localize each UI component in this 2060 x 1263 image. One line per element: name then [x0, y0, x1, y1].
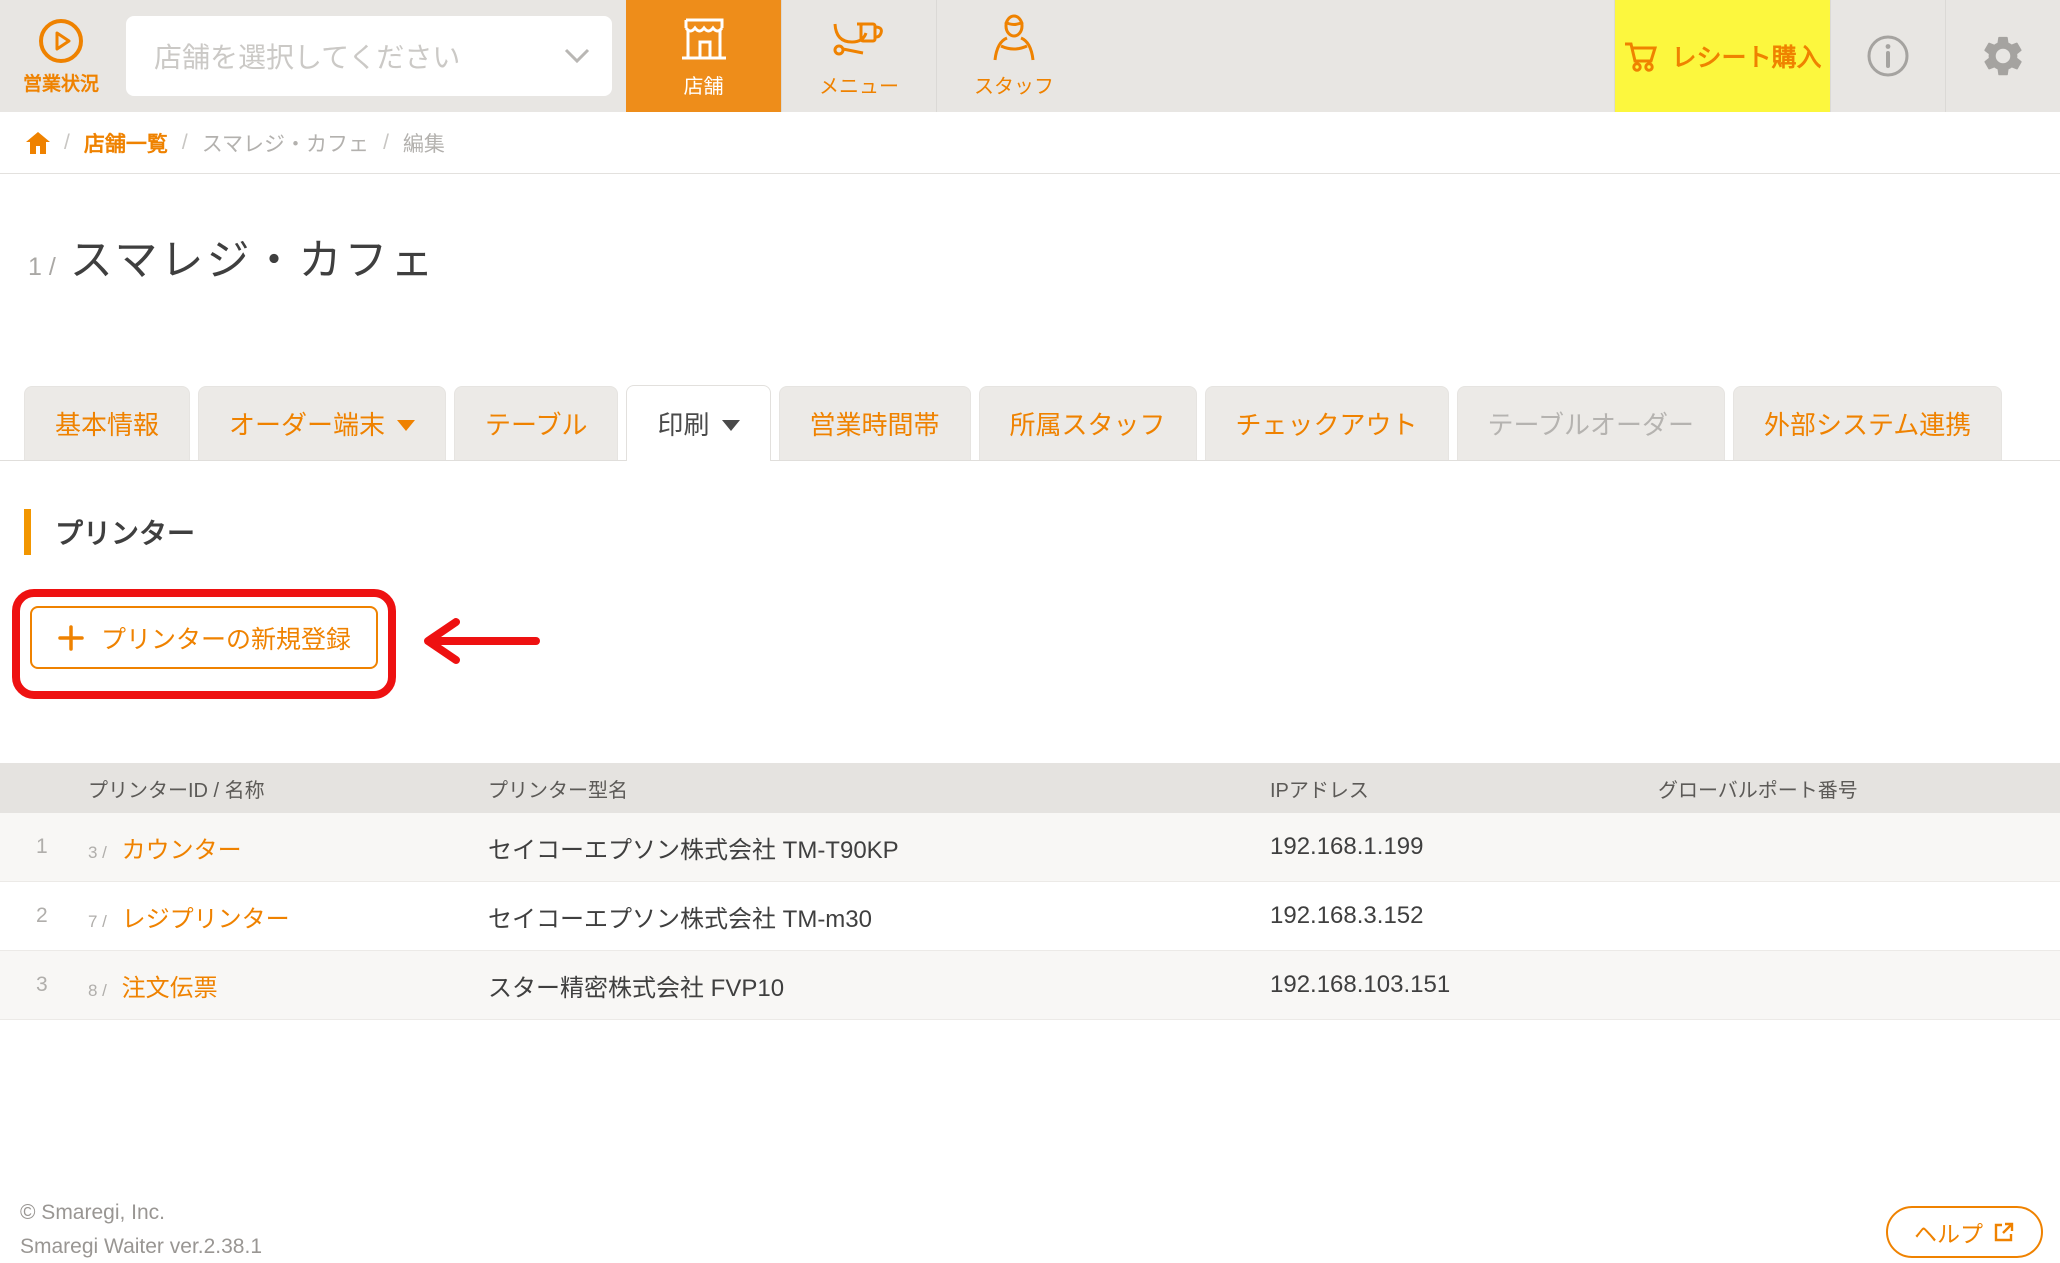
printer-table: プリンターID / 名称 プリンター型名 IPアドレス グローバルポート番号 1… — [0, 763, 2060, 1020]
table-row: 1 3 / カウンター セイコーエプソン株式会社 TM-T90KP 192.16… — [0, 813, 2060, 882]
printer-ip: 192.168.103.151 — [1270, 971, 1658, 999]
copyright-text: © Smaregi, Inc. — [20, 1196, 2060, 1230]
red-arrow-annotation — [418, 617, 542, 665]
business-status-label: 営業状況 — [23, 69, 99, 96]
staff-person-icon — [989, 14, 1039, 64]
plus-icon — [57, 624, 85, 652]
nav-item-staff[interactable]: スタッフ — [936, 0, 1091, 112]
store-tabs: 基本情報 オーダー端末 テーブル 印刷 営業時間帯 所属スタッフ チェックアウト… — [0, 384, 2060, 461]
tab-checkout[interactable]: チェックアウト — [1205, 386, 1449, 460]
store-number-prefix: 1 / — [28, 253, 56, 282]
version-text: Smaregi Waiter ver.2.38.1 — [20, 1230, 2060, 1263]
header-global-port: グローバルポート番号 — [1658, 774, 2060, 803]
top-bar: 営業状況 店舗を選択してください 店舗 — [0, 0, 2060, 112]
printer-name-link[interactable]: 注文伝票 — [122, 975, 218, 1002]
info-button[interactable] — [1830, 0, 1945, 112]
receipt-purchase-button[interactable]: レシート購入 — [1614, 0, 1830, 112]
page-title-row: 1 / スマレジ・カフェ — [0, 174, 2060, 288]
breadcrumb-store-list[interactable]: 店舗一覧 — [84, 128, 168, 158]
main-nav: 店舗 メニュー — [626, 0, 1091, 112]
printer-id: 3 / — [88, 843, 107, 862]
help-button-label: ヘルプ — [1914, 1215, 1983, 1249]
topbar-spacer — [1091, 0, 1614, 112]
add-printer-button[interactable]: プリンターの新規登録 — [30, 606, 378, 669]
receipt-purchase-label: レシート購入 — [1671, 38, 1821, 74]
chevron-down-icon — [564, 48, 590, 64]
caret-down-icon — [722, 420, 740, 431]
page-title: スマレジ・カフェ — [70, 226, 437, 288]
table-header-row: プリンターID / 名称 プリンター型名 IPアドレス グローバルポート番号 — [0, 763, 2060, 813]
cafe-menu-icon — [831, 14, 887, 64]
header-printer-model: プリンター型名 — [488, 774, 1270, 803]
printer-section-title: プリンター — [55, 512, 195, 552]
info-icon — [1866, 34, 1910, 78]
nav-item-staff-label: スタッフ — [974, 70, 1054, 99]
printer-model: セイコーエプソン株式会社 TM-T90KP — [488, 830, 1270, 865]
printer-ip: 192.168.3.152 — [1270, 902, 1658, 930]
tab-business-hours[interactable]: 営業時間帯 — [779, 386, 971, 460]
nav-item-store-label: 店舗 — [684, 70, 724, 99]
printer-id: 8 / — [88, 981, 107, 1000]
tab-assigned-staff[interactable]: 所属スタッフ — [979, 386, 1197, 460]
row-index: 2 — [0, 904, 88, 928]
settings-button[interactable] — [1945, 0, 2060, 112]
business-status-button[interactable]: 営業状況 — [0, 0, 122, 112]
printer-id: 7 / — [88, 912, 107, 931]
row-index: 3 — [0, 973, 88, 997]
printer-model: セイコーエプソン株式会社 TM-m30 — [488, 899, 1270, 934]
tab-print[interactable]: 印刷 — [626, 385, 770, 461]
printer-name-link[interactable]: レジプリンター — [122, 906, 290, 933]
tab-external-system[interactable]: 外部システム連携 — [1733, 386, 2002, 460]
printer-model: スター精密株式会社 FVP10 — [488, 968, 1270, 1003]
gear-icon — [1980, 33, 2026, 79]
table-row: 3 8 / 注文伝票 スター精密株式会社 FVP10 192.168.103.1… — [0, 951, 2060, 1020]
add-printer-button-label: プリンターの新規登録 — [101, 620, 351, 656]
tab-basic-info[interactable]: 基本情報 — [24, 386, 190, 460]
tab-order-terminal[interactable]: オーダー端末 — [198, 386, 446, 460]
breadcrumb-edit: 編集 — [403, 128, 445, 158]
breadcrumb-store-name: スマレジ・カフェ — [202, 128, 369, 158]
play-circle-icon — [37, 17, 85, 65]
header-ip-address: IPアドレス — [1270, 774, 1658, 803]
store-select-dropdown[interactable]: 店舗を選択してください — [126, 16, 612, 96]
breadcrumb: / 店舗一覧 / スマレジ・カフェ / 編集 — [0, 112, 2060, 174]
add-printer-area: プリンターの新規登録 — [0, 589, 2060, 717]
store-icon — [678, 14, 730, 64]
cart-icon — [1623, 39, 1659, 73]
nav-item-menu-label: メニュー — [819, 70, 899, 99]
tab-table[interactable]: テーブル — [454, 386, 618, 460]
table-row: 2 7 / レジプリンター セイコーエプソン株式会社 TM-m30 192.16… — [0, 882, 2060, 951]
store-select-placeholder: 店舗を選択してください — [154, 36, 564, 76]
home-icon[interactable] — [26, 132, 50, 154]
external-link-icon — [1993, 1221, 2015, 1243]
nav-item-menu[interactable]: メニュー — [781, 0, 936, 112]
printer-section-heading: プリンター — [24, 509, 2060, 555]
help-button[interactable]: ヘルプ — [1886, 1206, 2043, 1258]
header-printer-id-name: プリンターID / 名称 — [88, 774, 488, 803]
caret-down-icon — [397, 420, 415, 431]
footer: © Smaregi, Inc. Smaregi Waiter ver.2.38.… — [0, 1196, 2060, 1263]
row-index: 1 — [0, 835, 88, 859]
printer-ip: 192.168.1.199 — [1270, 833, 1658, 861]
printer-name-link[interactable]: カウンター — [122, 837, 242, 864]
tab-table-order: テーブルオーダー — [1457, 386, 1725, 460]
nav-item-store[interactable]: 店舗 — [626, 0, 781, 112]
section-accent-bar — [24, 509, 31, 555]
